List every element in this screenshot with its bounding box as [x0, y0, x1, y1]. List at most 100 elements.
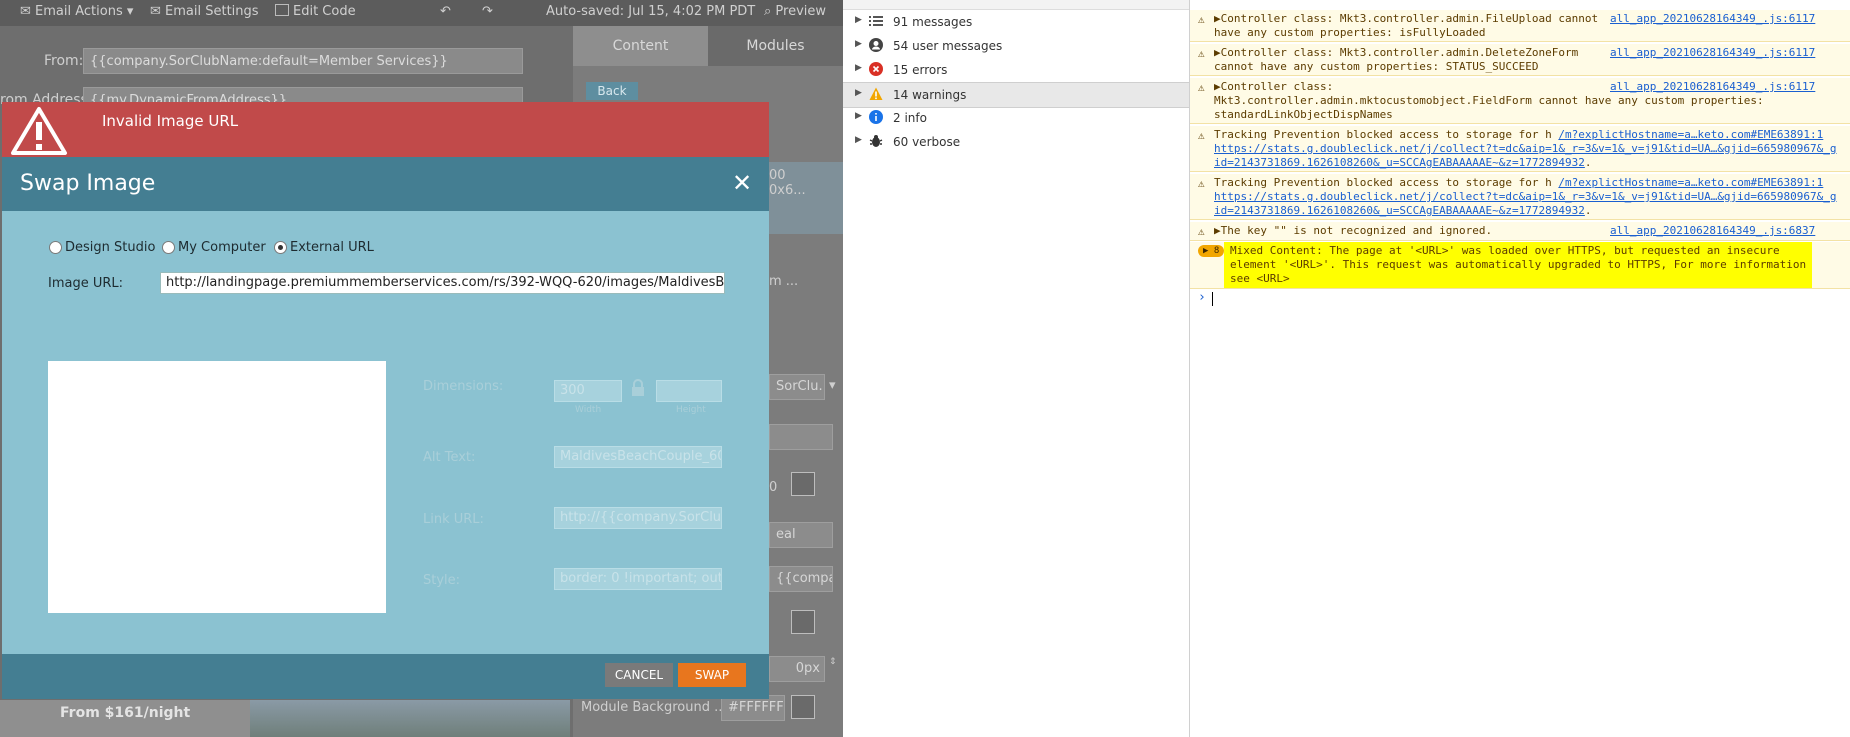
message-text: . [1584, 204, 1592, 217]
edit-code-label: Edit Code [293, 4, 356, 19]
lock-icon[interactable] [631, 379, 645, 397]
style-label: Style: [423, 573, 461, 588]
back-button[interactable]: Back [586, 82, 638, 100]
link-url-input[interactable]: http://{{company.SorClubWebsite}} [554, 507, 722, 529]
message-text: element '<URL>'. This request was automa… [1230, 258, 1807, 271]
sidebar-item-messages[interactable]: ▶ 91 messages [843, 10, 1189, 34]
image-url-input[interactable]: http://landingpage.premiummemberservices… [160, 272, 725, 294]
warning-icon [11, 107, 67, 155]
message-text: have any custom properties: isFullyLoade… [1214, 26, 1486, 39]
ghost-field-eal[interactable]: eal [769, 522, 833, 548]
message-text[interactable]: ▶Controller class: Mkt3.controller.admin… [1214, 46, 1578, 60]
swap-image-dialog: Swap Image ✕ Design Studio My Computer E… [2, 157, 769, 699]
radio-my-computer[interactable] [162, 241, 175, 254]
ghost-field-compan[interactable]: {{compan... [769, 566, 833, 592]
console-message: ⚠ Tracking Prevention blocked access to … [1190, 174, 1850, 220]
console-message: ⚠ Tracking Prevention blocked access to … [1190, 126, 1850, 172]
console-message: ⚠ ▶The key "" is not recognized and igno… [1190, 222, 1850, 241]
email-actions-menu[interactable]: ✉ Email Actions ▾ [20, 4, 133, 19]
redo-icon[interactable]: ↷ [482, 4, 493, 19]
source-link[interactable]: all_app_20210628164349_.js:6117 [1610, 46, 1815, 60]
console-message-mixed-content: ▶ 8 Mixed Content: The page at '<URL>' w… [1190, 242, 1850, 289]
url-link[interactable]: https://stats.g.doubleclick.net/j/collec… [1214, 190, 1837, 204]
sidebar-item-errors[interactable]: ▶ 15 errors [843, 58, 1189, 82]
alt-text-input[interactable]: MaldivesBeachCouple_600x400 [554, 446, 722, 468]
message-text[interactable]: ▶Controller class: [1214, 80, 1333, 94]
url-link[interactable]: id=2143731869.1626108260&_u=SCCAgEABAAAA… [1214, 204, 1585, 217]
autosave-status: Auto-saved: Jul 15, 4:02 PM PDT [546, 4, 756, 19]
sidebar-label-errors: 15 errors [893, 63, 948, 77]
source-link[interactable]: /m?explictHostname=a…keto.com#EME63891:1 [1558, 128, 1823, 141]
error-title: Invalid Image URL [102, 112, 239, 130]
edit-code-button[interactable]: Edit Code [275, 4, 356, 19]
expand-arrow-icon: ▶ [855, 135, 862, 145]
warning-icon: ⚠ [1198, 225, 1205, 238]
console-prompt[interactable]: › [1198, 290, 1838, 310]
sidebar-label-user-messages: 54 user messages [893, 39, 1003, 53]
source-link[interactable]: all_app_20210628164349_.js:6837 [1610, 224, 1815, 238]
tab-content[interactable]: Content [573, 26, 708, 66]
tab-modules[interactable]: Modules [708, 26, 843, 66]
chevron-down-icon: ▾ [829, 378, 836, 393]
sidebar-label-info: 2 info [893, 111, 927, 125]
from-field[interactable]: {{company.SorClubName:default=Member Ser… [83, 48, 523, 74]
color-swatch-2[interactable] [791, 610, 815, 634]
module-background-swatch[interactable] [791, 695, 815, 719]
image-url-label: Image URL: [48, 276, 124, 291]
warning-icon: ⚠ [1198, 177, 1205, 190]
sidebar-item-user-messages[interactable]: ▶ 54 user messages [843, 34, 1189, 58]
user-icon [869, 38, 883, 52]
message-text: see <URL> [1230, 272, 1290, 285]
warning-icon: ⚠ [1198, 81, 1205, 94]
prompt-chevron-icon: › [1198, 290, 1206, 305]
devtools-console: ▶ 91 messages ▶ 54 user messages ▶ 15 er… [843, 0, 1850, 737]
ghost-field-0px[interactable]: 0px [769, 656, 825, 682]
radio-external-url[interactable] [274, 241, 287, 254]
radio-label-external-url: External URL [290, 240, 374, 255]
image-preview [48, 361, 386, 613]
dialog-footer: CANCEL SWAP [2, 654, 769, 699]
message-text[interactable]: ▶Controller class: Mkt3.controller.admin… [1214, 12, 1598, 26]
sidebar-item-info[interactable]: ▶ 2 info [843, 106, 1189, 130]
message-text[interactable]: ▶The key "" is not recognized and ignore… [1214, 224, 1492, 238]
width-caption: Width [575, 405, 602, 415]
close-icon[interactable]: ✕ [732, 169, 752, 197]
ghost-text-nm: m ... [769, 274, 799, 289]
console-message: ⚠ ▶Controller class: Mkt3.controller.adm… [1190, 78, 1850, 124]
email-settings-label: Email Settings [165, 4, 259, 19]
url-link[interactable]: id=2143731869.1626108260&_u=SCCAgEABAAAA… [1214, 156, 1585, 169]
source-link[interactable]: all_app_20210628164349_.js:6117 [1610, 80, 1815, 94]
sidebar-item-verbose[interactable]: ▶ 60 verbose [843, 130, 1189, 154]
source-link[interactable]: all_app_20210628164349_.js:6117 [1610, 12, 1815, 26]
radio-design-studio[interactable] [49, 241, 62, 254]
sidebar-item-warnings[interactable]: ▶ 14 warnings [843, 82, 1189, 108]
expand-arrow-icon: ▶ [855, 15, 862, 25]
sidebar-label-warnings: 14 warnings [893, 88, 967, 102]
beach-image [250, 700, 570, 737]
height-input[interactable] [656, 380, 722, 402]
ghost-field-blank[interactable] [769, 424, 833, 450]
source-link[interactable]: /m?explictHostname=a…keto.com#EME63891:1 [1558, 176, 1823, 189]
width-input[interactable]: 300 [554, 380, 622, 402]
undo-icon[interactable]: ↶ [440, 4, 451, 19]
link-url-label: Link URL: [423, 512, 484, 527]
ghost-field-sorclub[interactable]: SorClu... [769, 374, 825, 400]
cancel-button[interactable]: CANCEL [605, 663, 673, 687]
list-icon [869, 16, 883, 26]
style-input[interactable]: border: 0 !important; outline: none; [554, 568, 722, 590]
error-icon [869, 62, 883, 76]
dialog-title: Swap Image [20, 171, 156, 196]
expand-arrow-icon: ▶ [855, 39, 862, 49]
dialog-header: Swap Image ✕ [2, 157, 769, 211]
preview-button[interactable]: ⌕ Preview [764, 4, 826, 19]
url-link[interactable]: https://stats.g.doubleclick.net/j/collec… [1214, 142, 1837, 156]
stepper-icon[interactable]: ⇕ [829, 657, 837, 667]
swap-button[interactable]: SWAP [678, 663, 746, 687]
message-text: Mkt3.controller.admin.mktocustomobject.F… [1214, 94, 1764, 107]
radio-label-design-studio: Design Studio [65, 240, 156, 255]
message-text: standardLinkObjectDispNames [1214, 108, 1393, 121]
color-swatch[interactable] [791, 472, 815, 496]
email-settings-button[interactable]: ✉ Email Settings [150, 4, 259, 19]
repeat-count-badge[interactable]: ▶ 8 [1198, 245, 1225, 257]
message-text: Mixed Content: The page at '<URL>' was l… [1230, 244, 1780, 257]
